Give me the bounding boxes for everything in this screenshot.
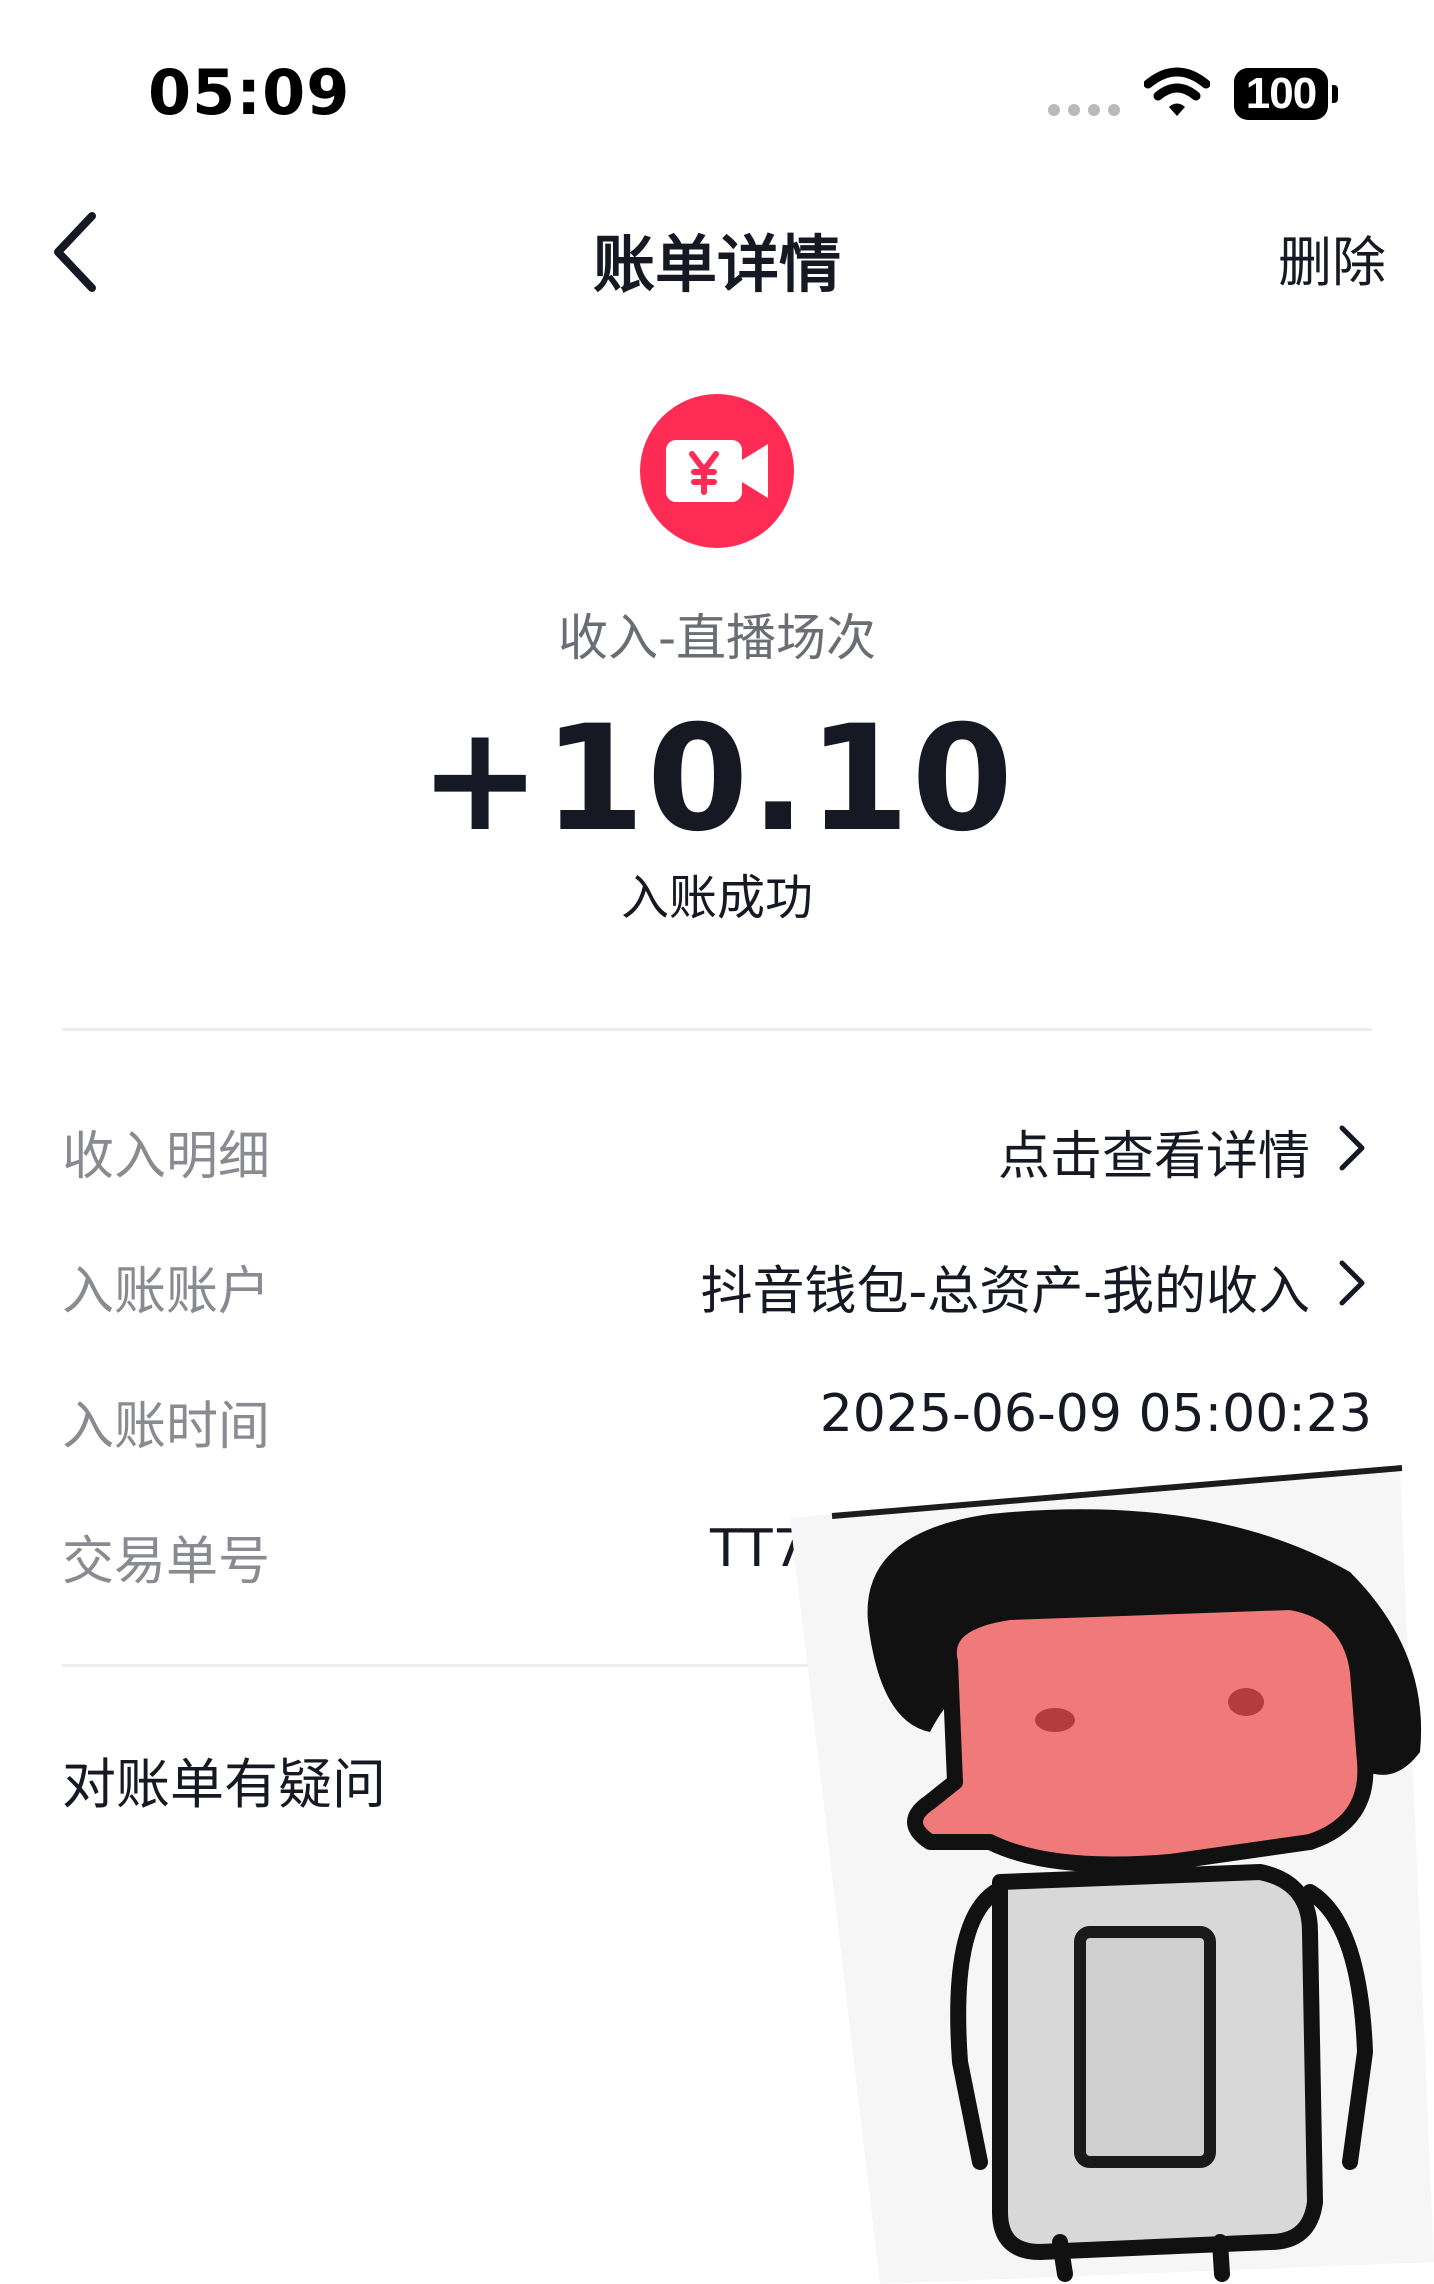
detail-value: 点击查看详情 xyxy=(997,1127,1310,1187)
detail-row-time: 入账时间 2025-06-09 05:00:23 xyxy=(62,1360,1372,1470)
detail-label: 入账账户 xyxy=(62,1262,271,1322)
battery-level: 100 xyxy=(1245,69,1317,118)
live-stream-yuan-icon xyxy=(640,394,794,548)
battery-icon: 100 xyxy=(1234,68,1340,120)
divider xyxy=(62,1028,1372,1031)
detail-row-income-detail[interactable]: 收入明细 点击查看详情 xyxy=(62,1090,1372,1200)
detail-value: 2025-06-09 05:00:23 xyxy=(819,1384,1372,1444)
page-title: 账单详情 xyxy=(592,228,841,301)
wifi-icon xyxy=(1144,67,1210,116)
income-type-label: 收入-直播场次 xyxy=(557,609,877,667)
back-button[interactable] xyxy=(40,200,110,304)
delete-button[interactable]: 删除 xyxy=(1278,218,1386,297)
detail-label: 入账时间 xyxy=(62,1397,271,1457)
status-time: 05:09 xyxy=(148,56,351,129)
cellular-dots-icon xyxy=(1048,104,1122,116)
chevron-left-icon xyxy=(54,212,96,292)
detail-label: 收入明细 xyxy=(62,1127,271,1187)
question-link[interactable]: 对账单有疑问 xyxy=(62,1740,386,1819)
detail-value: 抖音钱包-总资产-我的收入 xyxy=(700,1262,1310,1322)
detail-row-account[interactable]: 入账账户 抖音钱包-总资产-我的收入 xyxy=(62,1225,1372,1335)
status-text: 入账成功 xyxy=(620,870,813,926)
chevron-right-icon xyxy=(1339,1260,1365,1306)
amount-value: +10.10 xyxy=(418,694,1016,864)
detail-label: 交易单号 xyxy=(62,1532,271,1592)
cartoon-sticker-icon xyxy=(790,1465,1434,2284)
chevron-right-icon xyxy=(1339,1125,1365,1171)
